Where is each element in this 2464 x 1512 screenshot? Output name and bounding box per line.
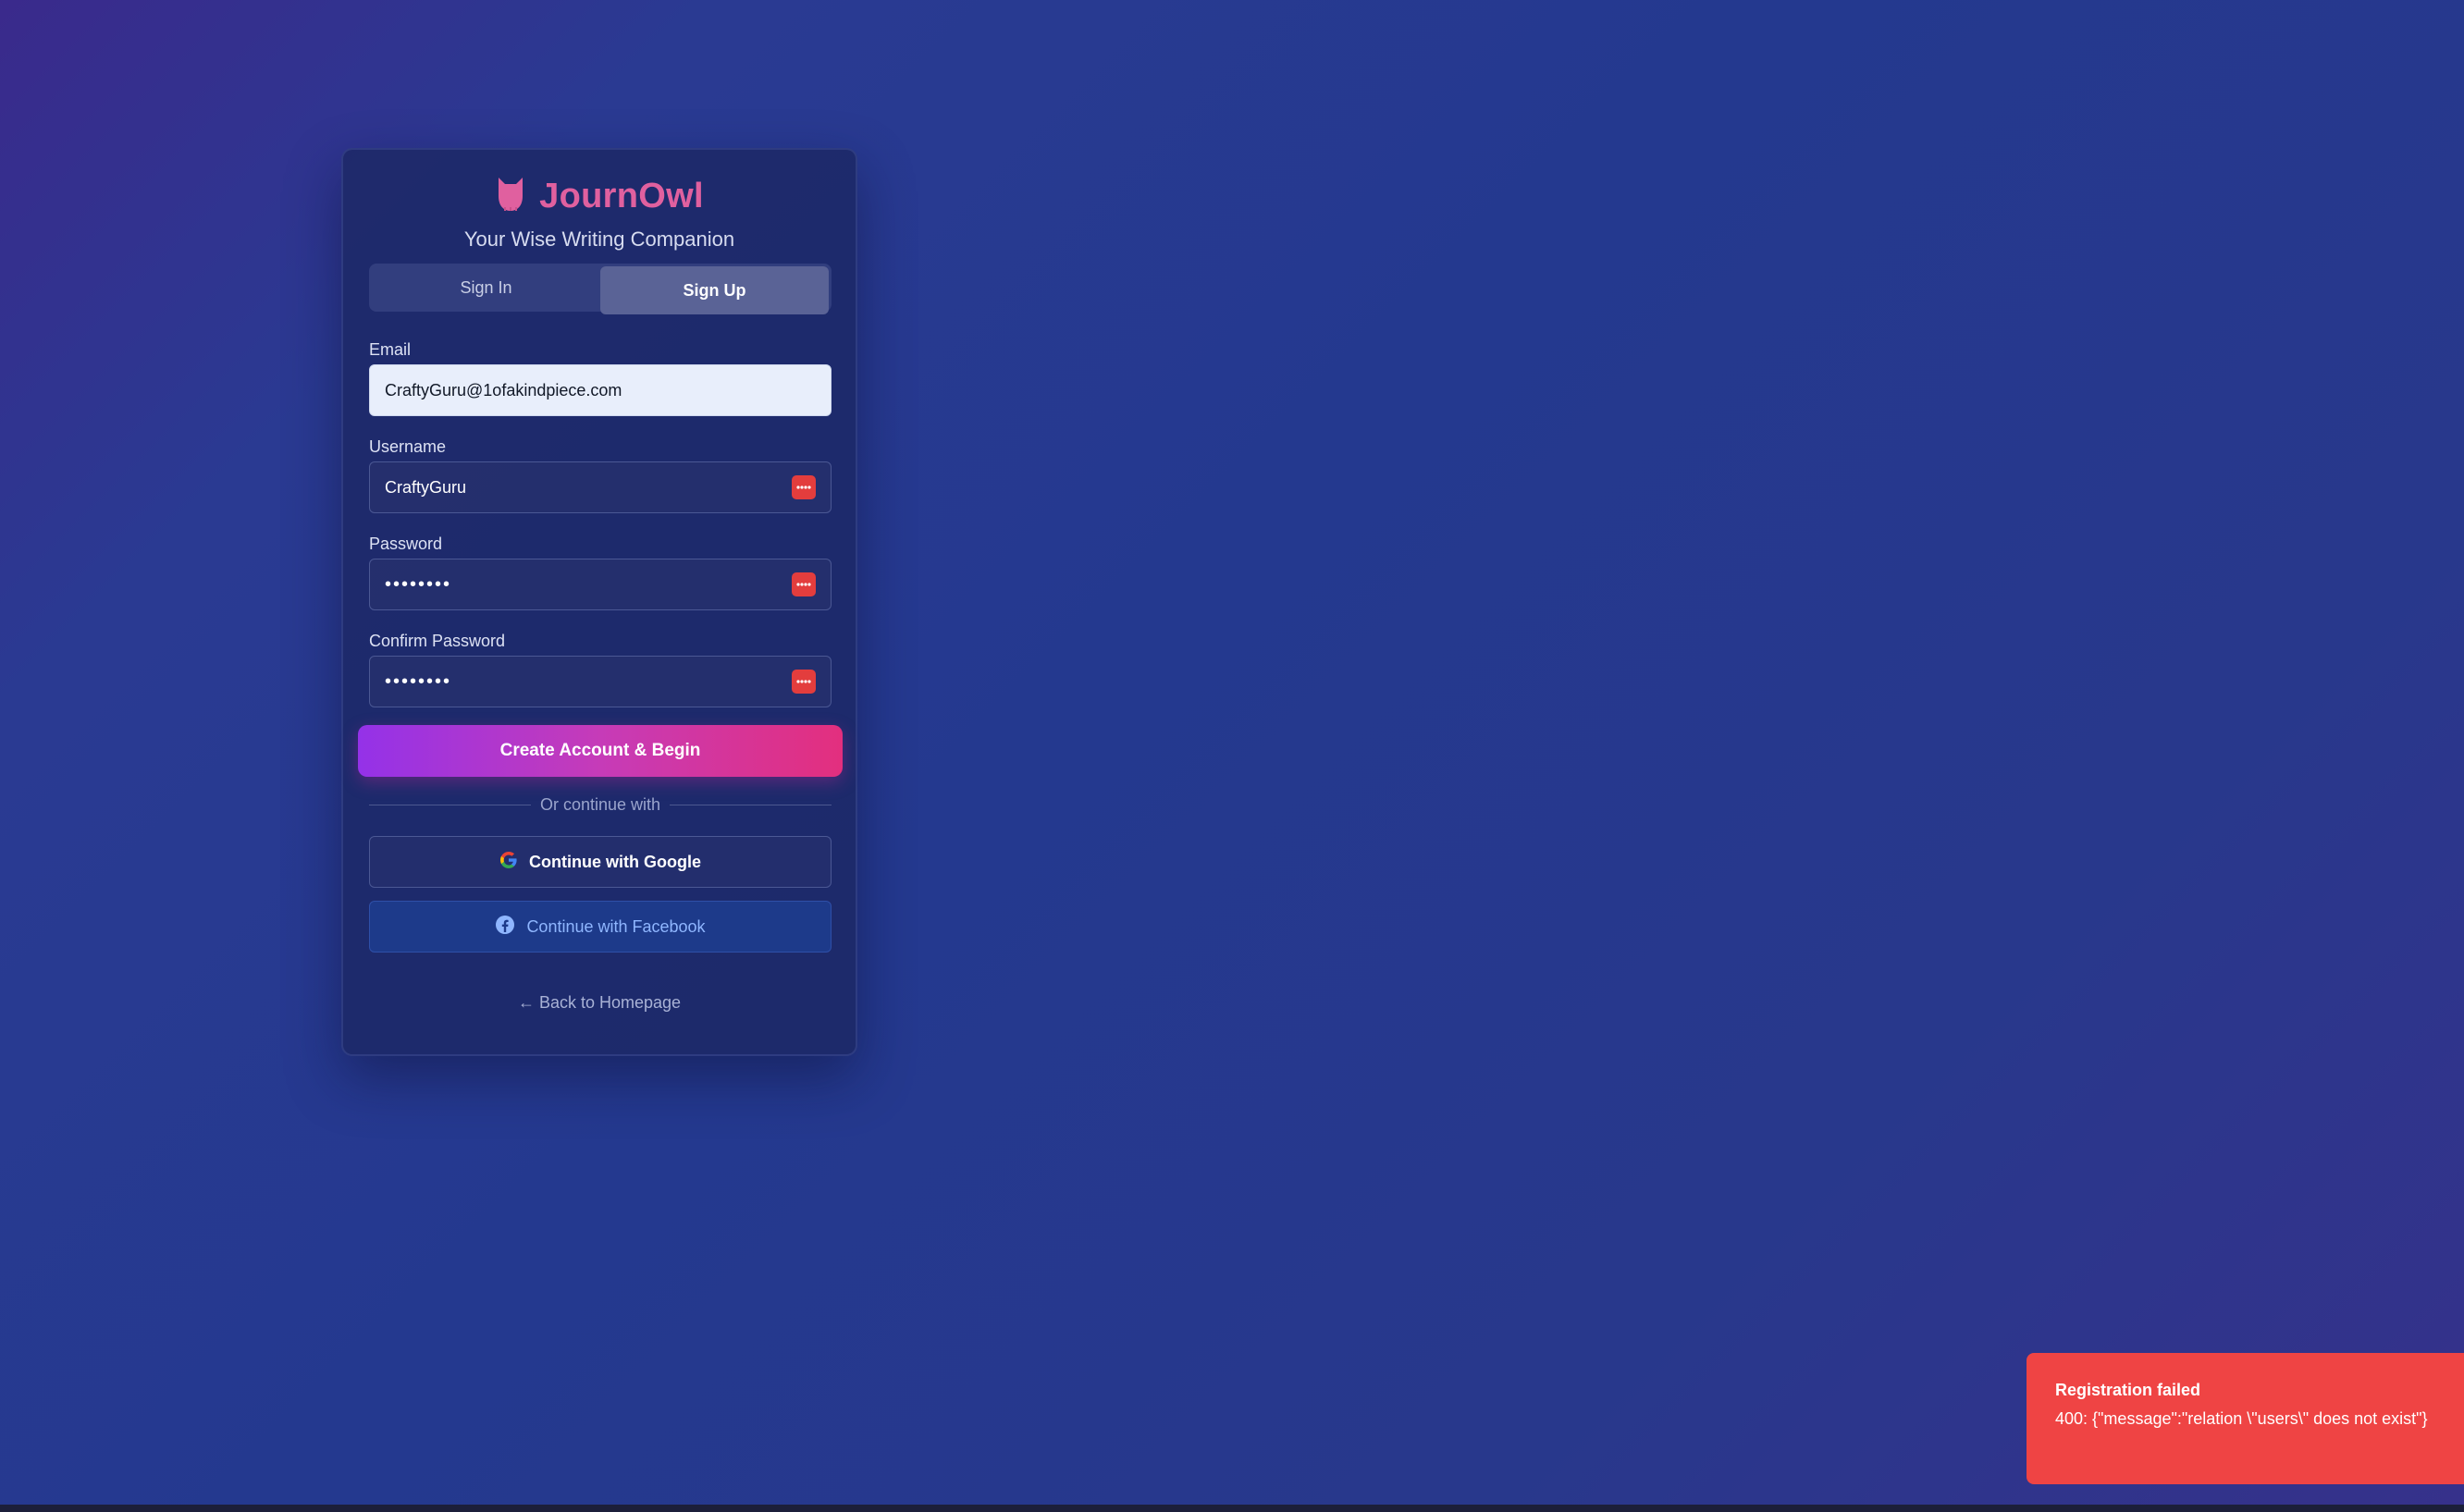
password-manager-icon[interactable] <box>792 475 816 499</box>
password-field[interactable]: •••••••• <box>369 559 832 610</box>
username-label: Username <box>369 437 447 456</box>
confirm-password-field[interactable]: •••••••• <box>369 656 832 707</box>
confirm-password-value: •••••••• <box>385 670 452 692</box>
email-value: CraftyGuru@1ofakindpiece.com <box>385 380 622 400</box>
toast-message: 400: {"message":"relation \"users\" does… <box>2055 1409 2428 1428</box>
owl-icon <box>495 176 526 217</box>
email-field[interactable]: CraftyGuru@1ofakindpiece.com <box>369 364 832 416</box>
brand-title: JournOwl <box>539 177 704 215</box>
facebook-icon <box>495 915 515 940</box>
username-field[interactable]: CraftyGuru <box>369 461 832 513</box>
tab-sign-up[interactable]: Sign Up <box>600 266 829 314</box>
password-label: Password <box>369 535 443 553</box>
divider-text: Or continue with <box>539 795 661 814</box>
toast-title: Registration failed <box>2055 1381 2201 1399</box>
password-manager-icon[interactable] <box>792 670 816 694</box>
confirm-password-label: Confirm Password <box>369 632 506 650</box>
error-toast[interactable]: Registration failed 400: {"message":"rel… <box>2027 1353 2464 1484</box>
google-button-label: Continue with Google <box>529 852 701 871</box>
brand-header: JournOwl <box>343 176 856 217</box>
back-to-homepage-link[interactable]: ← Back to Homepage <box>343 993 856 1013</box>
facebook-signin-button[interactable]: Continue with Facebook <box>369 901 832 953</box>
email-label: Email <box>369 340 412 359</box>
tab-sign-in[interactable]: Sign In <box>372 266 600 309</box>
username-value: CraftyGuru <box>385 477 467 497</box>
create-account-button[interactable]: Create Account & Begin <box>358 725 843 777</box>
password-manager-icon[interactable] <box>792 572 816 596</box>
tagline: Your Wise Writing Companion <box>463 227 735 251</box>
google-icon <box>499 851 518 874</box>
google-signin-button[interactable]: Continue with Google <box>369 836 832 888</box>
password-value: •••••••• <box>385 573 452 595</box>
facebook-button-label: Continue with Facebook <box>526 916 706 936</box>
auth-card: JournOwl Your Wise Writing Companion Sig… <box>341 148 857 1056</box>
auth-tabs: Sign In Sign Up <box>369 264 832 314</box>
oauth-divider: Or continue with <box>369 795 832 815</box>
bottom-edge-strip <box>0 1505 2464 1512</box>
